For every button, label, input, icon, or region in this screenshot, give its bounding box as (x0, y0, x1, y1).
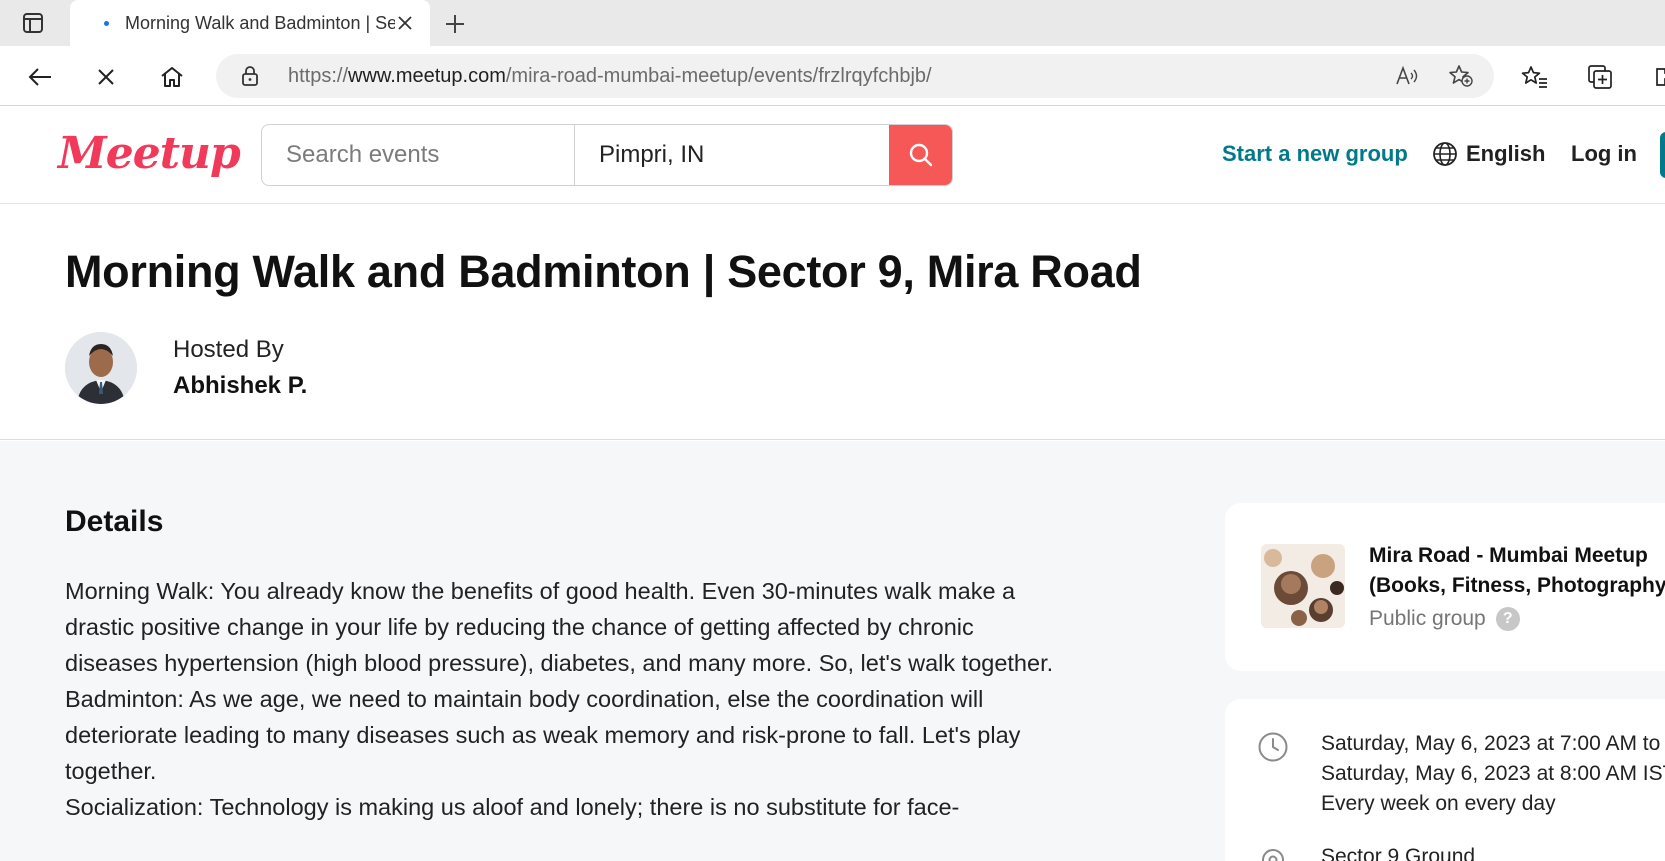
host-avatar[interactable] (65, 332, 137, 404)
browser-toolbar: https://www.meetup.com/mira-road-mumbai-… (0, 46, 1665, 106)
sign-up-button[interactable] (1660, 132, 1665, 178)
home-icon[interactable] (157, 62, 187, 92)
url-scheme: https:// (288, 65, 349, 87)
url-text[interactable]: https://www.meetup.com/mira-road-mumbai-… (288, 65, 932, 88)
event-title: Morning Walk and Badminton | Sector 9, M… (65, 246, 1142, 297)
new-tab-icon[interactable] (442, 11, 468, 37)
login-link[interactable]: Log in (1571, 141, 1637, 167)
search-button[interactable] (889, 125, 952, 185)
language-selector[interactable]: English (1432, 141, 1545, 167)
event-location[interactable]: Sector 9 Ground (1321, 845, 1475, 861)
search-input[interactable] (262, 125, 575, 185)
location-input[interactable] (575, 125, 891, 185)
clock-icon (1258, 732, 1288, 762)
loading-dot-icon (104, 21, 109, 26)
sidebar-toggle-icon[interactable] (20, 11, 46, 35)
collections-icon[interactable] (1585, 62, 1615, 92)
url-path: /mira-road-mumbai-meetup/events/frzlrqyf… (505, 65, 932, 87)
group-photo[interactable] (1261, 544, 1345, 628)
group-name[interactable]: Mira Road - Mumbai Meetup (Books, Fitnes… (1369, 541, 1665, 601)
host-name[interactable]: Abhishek P. (173, 372, 307, 400)
group-type-label: Public group (1369, 607, 1486, 630)
browser-tab-active[interactable]: Morning Walk and Badminton | Sector 9, M… (70, 0, 430, 46)
browser-tab-bar: Morning Walk and Badminton | Sector 9, M… (0, 0, 1665, 46)
language-label: English (1466, 141, 1546, 166)
globe-icon (1433, 142, 1457, 166)
group-type: Public group ? (1369, 607, 1520, 631)
event-header: Morning Walk and Badminton | Sector 9, M… (0, 204, 1665, 440)
hosted-by-label: Hosted By (173, 336, 284, 363)
search-icon (909, 143, 933, 167)
lock-icon[interactable] (240, 66, 260, 86)
event-start-time: Saturday, May 6, 2023 at 7:00 AM to (1321, 732, 1661, 755)
event-datetime[interactable]: Saturday, May 6, 2023 at 7:00 AM to Satu… (1321, 729, 1665, 819)
event-time-card: Saturday, May 6, 2023 at 7:00 AM to Satu… (1225, 699, 1665, 861)
back-arrow-icon[interactable] (25, 62, 55, 92)
details-paragraph: Morning Walk: You already know the benef… (65, 578, 1054, 676)
details-paragraph: Badminton: As we age, we need to maintai… (65, 686, 1021, 784)
details-heading: Details (65, 505, 164, 538)
favorites-icon[interactable] (1520, 62, 1550, 92)
event-end-time: Saturday, May 6, 2023 at 8:00 AM IST (1321, 762, 1665, 785)
start-new-group-link[interactable]: Start a new group (1222, 141, 1408, 167)
address-bar[interactable]: https://www.meetup.com/mira-road-mumbai-… (216, 54, 1494, 98)
close-tab-icon[interactable] (394, 12, 416, 34)
event-recurrence: Every week on every day (1321, 792, 1556, 815)
details-description: Morning Walk: You already know the benef… (65, 573, 1065, 825)
tab-title: Morning Walk and Badminton | Sector 9, M… (125, 13, 395, 33)
read-aloud-icon[interactable] (1394, 64, 1420, 88)
help-icon[interactable]: ? (1495, 607, 1520, 631)
details-paragraph: Socialization: Technology is making us a… (65, 794, 960, 820)
search-bar (261, 124, 953, 186)
meetup-logo[interactable]: Meetup (58, 128, 241, 179)
group-card[interactable]: Mira Road - Mumbai Meetup (Books, Fitnes… (1225, 503, 1665, 671)
event-body: Details Morning Walk: You already know t… (0, 441, 1665, 861)
extensions-icon[interactable] (1648, 62, 1665, 92)
url-host: www.meetup.com (348, 65, 506, 87)
location-pin-icon (1261, 848, 1285, 861)
stop-loading-icon[interactable] (91, 62, 121, 92)
add-favorite-icon[interactable] (1448, 64, 1474, 88)
site-header: Meetup Start a new group English Log in (0, 106, 1665, 204)
